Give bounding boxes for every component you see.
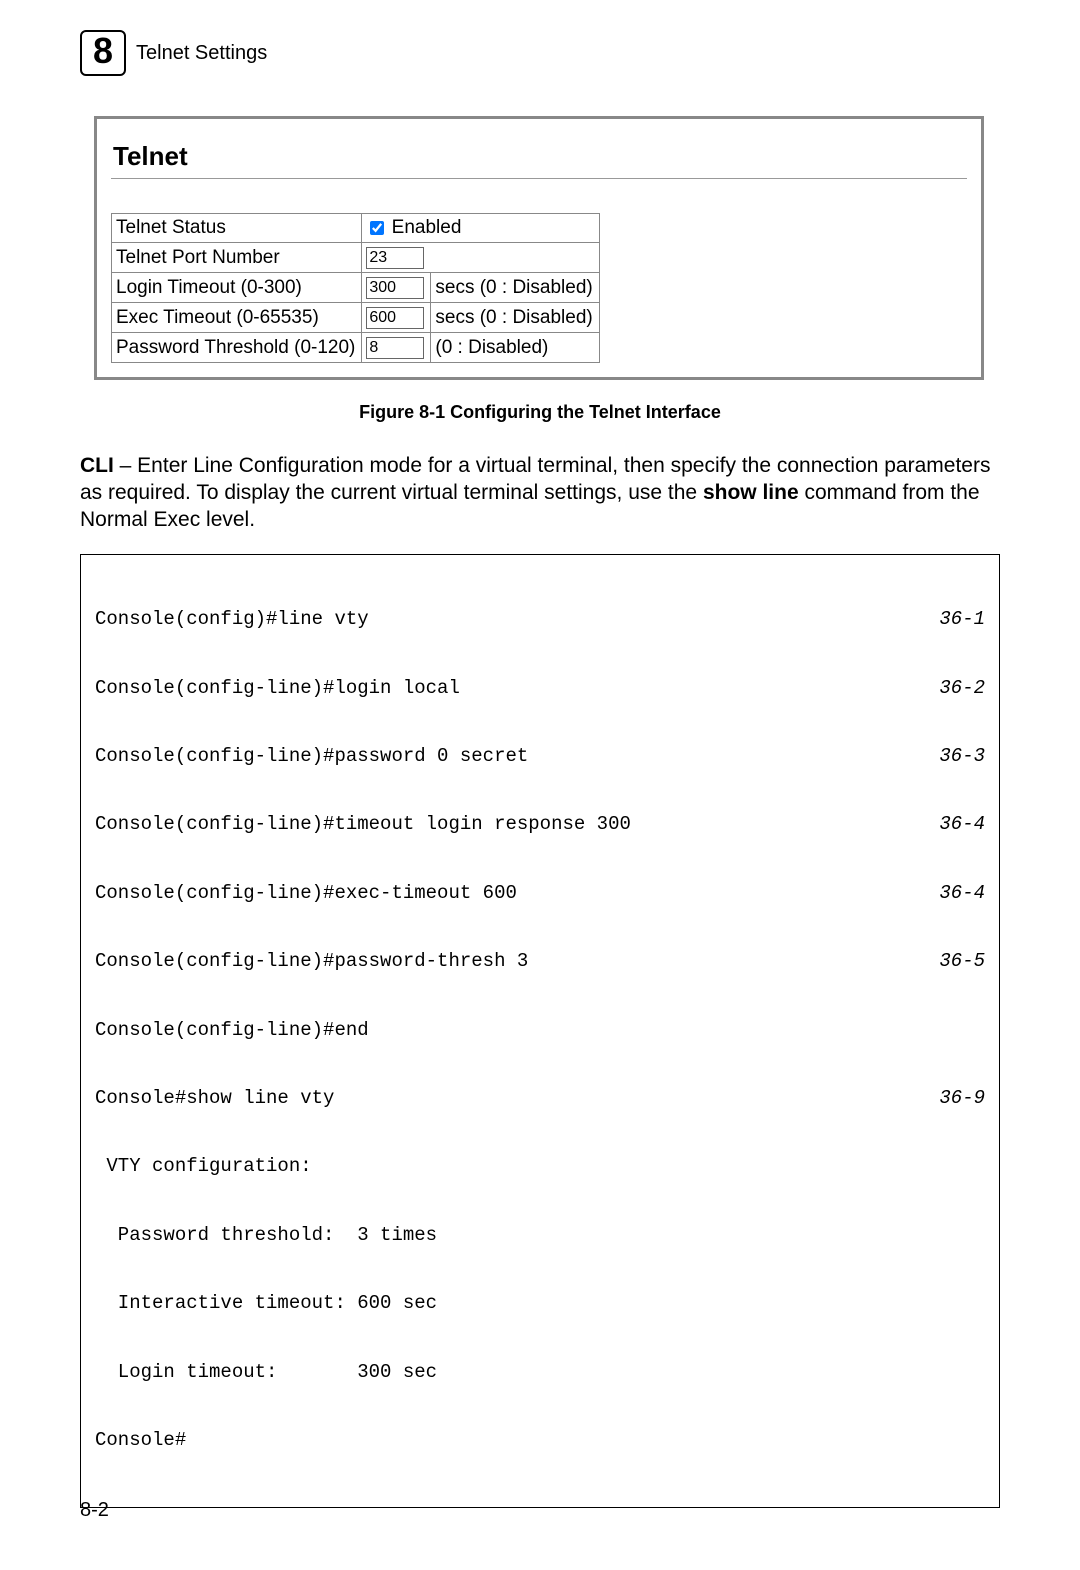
- table-row: Telnet Port Number: [112, 243, 600, 273]
- cli-line: Console(config-line)#login local 36-2: [95, 677, 985, 700]
- cli-output-box: Console(config)#line vty 36-1 Console(co…: [80, 554, 1000, 1509]
- cli-ref: [973, 1224, 985, 1247]
- cli-line: Password threshold: 3 times: [95, 1224, 985, 1247]
- page-number: 8-2: [80, 1499, 109, 1522]
- cli-lead-bold: CLI: [80, 454, 114, 477]
- table-row: Login Timeout (0-300) secs (0 : Disabled…: [112, 273, 600, 303]
- cli-line: Console(config-line)#timeout login respo…: [95, 813, 985, 836]
- chapter-number-badge: 8: [80, 30, 126, 76]
- cli-text: Console(config-line)#exec-timeout 600: [95, 882, 517, 905]
- cli-text: Console(config)#line vty: [95, 608, 369, 631]
- telnet-port-input[interactable]: [366, 247, 424, 269]
- cli-ref: [973, 1292, 985, 1315]
- cli-ref: 36-4: [927, 882, 985, 905]
- show-line-bold: show line: [703, 481, 799, 504]
- cli-ref: 36-2: [927, 677, 985, 700]
- cli-ref: 36-5: [927, 950, 985, 973]
- password-threshold-value-cell: [362, 333, 431, 363]
- login-timeout-value-cell: [362, 273, 431, 303]
- login-timeout-input[interactable]: [366, 277, 424, 299]
- exec-timeout-label: Exec Timeout (0-65535): [112, 303, 362, 333]
- cli-ref: 36-4: [927, 813, 985, 836]
- cli-text: Login timeout: 300 sec: [95, 1361, 437, 1384]
- table-row: Exec Timeout (0-65535) secs (0 : Disable…: [112, 303, 600, 333]
- cli-intro-paragraph: CLI – Enter Line Configuration mode for …: [80, 453, 1000, 534]
- login-timeout-label: Login Timeout (0-300): [112, 273, 362, 303]
- password-threshold-input[interactable]: [366, 337, 424, 359]
- cli-ref: 36-9: [927, 1087, 985, 1110]
- panel-divider: [111, 178, 967, 179]
- cli-line: Console#: [95, 1429, 985, 1452]
- cli-text: Console(config-line)#end: [95, 1019, 369, 1042]
- cli-ref: 36-3: [927, 745, 985, 768]
- exec-timeout-suffix: secs (0 : Disabled): [431, 303, 599, 333]
- password-threshold-suffix: (0 : Disabled): [431, 333, 599, 363]
- cli-line: Login timeout: 300 sec: [95, 1361, 985, 1384]
- cli-ref: [973, 1361, 985, 1384]
- cli-text: Console(config-line)#password 0 secret: [95, 745, 528, 768]
- cli-text: Interactive timeout: 600 sec: [95, 1292, 437, 1315]
- cli-text: Console(config-line)#password-thresh 3: [95, 950, 528, 973]
- cli-line: Console(config-line)#end: [95, 1019, 985, 1042]
- section-title: Telnet Settings: [136, 42, 267, 65]
- telnet-port-value-cell: [362, 243, 599, 273]
- figure-caption: Figure 8-1 Configuring the Telnet Interf…: [80, 402, 1000, 423]
- cli-line: Console(config)#line vty 36-1: [95, 608, 985, 631]
- telnet-panel-screenshot: Telnet Telnet Status Enabled Telnet Port…: [94, 116, 984, 380]
- cli-line: VTY configuration:: [95, 1155, 985, 1178]
- page-header: 8 Telnet Settings: [80, 30, 1000, 76]
- cli-text: Console(config-line)#login local: [95, 677, 460, 700]
- cli-ref: [973, 1429, 985, 1452]
- cli-text: Console#show line vty: [95, 1087, 334, 1110]
- cli-text: Console(config-line)#timeout login respo…: [95, 813, 631, 836]
- telnet-settings-table: Telnet Status Enabled Telnet Port Number…: [111, 213, 600, 363]
- cli-line: Console(config-line)#password 0 secret 3…: [95, 745, 985, 768]
- cli-line: Console(config-line)#password-thresh 3 3…: [95, 950, 985, 973]
- exec-timeout-value-cell: [362, 303, 431, 333]
- cli-line: Interactive timeout: 600 sec: [95, 1292, 985, 1315]
- panel-title: Telnet: [113, 141, 965, 172]
- password-threshold-label: Password Threshold (0-120): [112, 333, 362, 363]
- cli-line: Console(config-line)#exec-timeout 600 36…: [95, 882, 985, 905]
- telnet-status-checkbox[interactable]: [370, 221, 384, 235]
- cli-text: Console#: [95, 1429, 186, 1452]
- table-row: Password Threshold (0-120) (0 : Disabled…: [112, 333, 600, 363]
- cli-text: Password threshold: 3 times: [95, 1224, 437, 1247]
- cli-ref: [973, 1019, 985, 1042]
- table-row: Telnet Status Enabled: [112, 214, 600, 243]
- cli-ref: 36-1: [927, 608, 985, 631]
- page: 8 Telnet Settings Telnet Telnet Status E…: [0, 0, 1080, 1570]
- cli-ref: [973, 1155, 985, 1178]
- telnet-status-checkbox-label: Enabled: [392, 217, 462, 238]
- telnet-status-label: Telnet Status: [112, 214, 362, 243]
- login-timeout-suffix: secs (0 : Disabled): [431, 273, 599, 303]
- cli-line: Console#show line vty 36-9: [95, 1087, 985, 1110]
- exec-timeout-input[interactable]: [366, 307, 424, 329]
- telnet-port-label: Telnet Port Number: [112, 243, 362, 273]
- cli-text: VTY configuration:: [95, 1155, 312, 1178]
- telnet-status-value-cell: Enabled: [362, 214, 599, 243]
